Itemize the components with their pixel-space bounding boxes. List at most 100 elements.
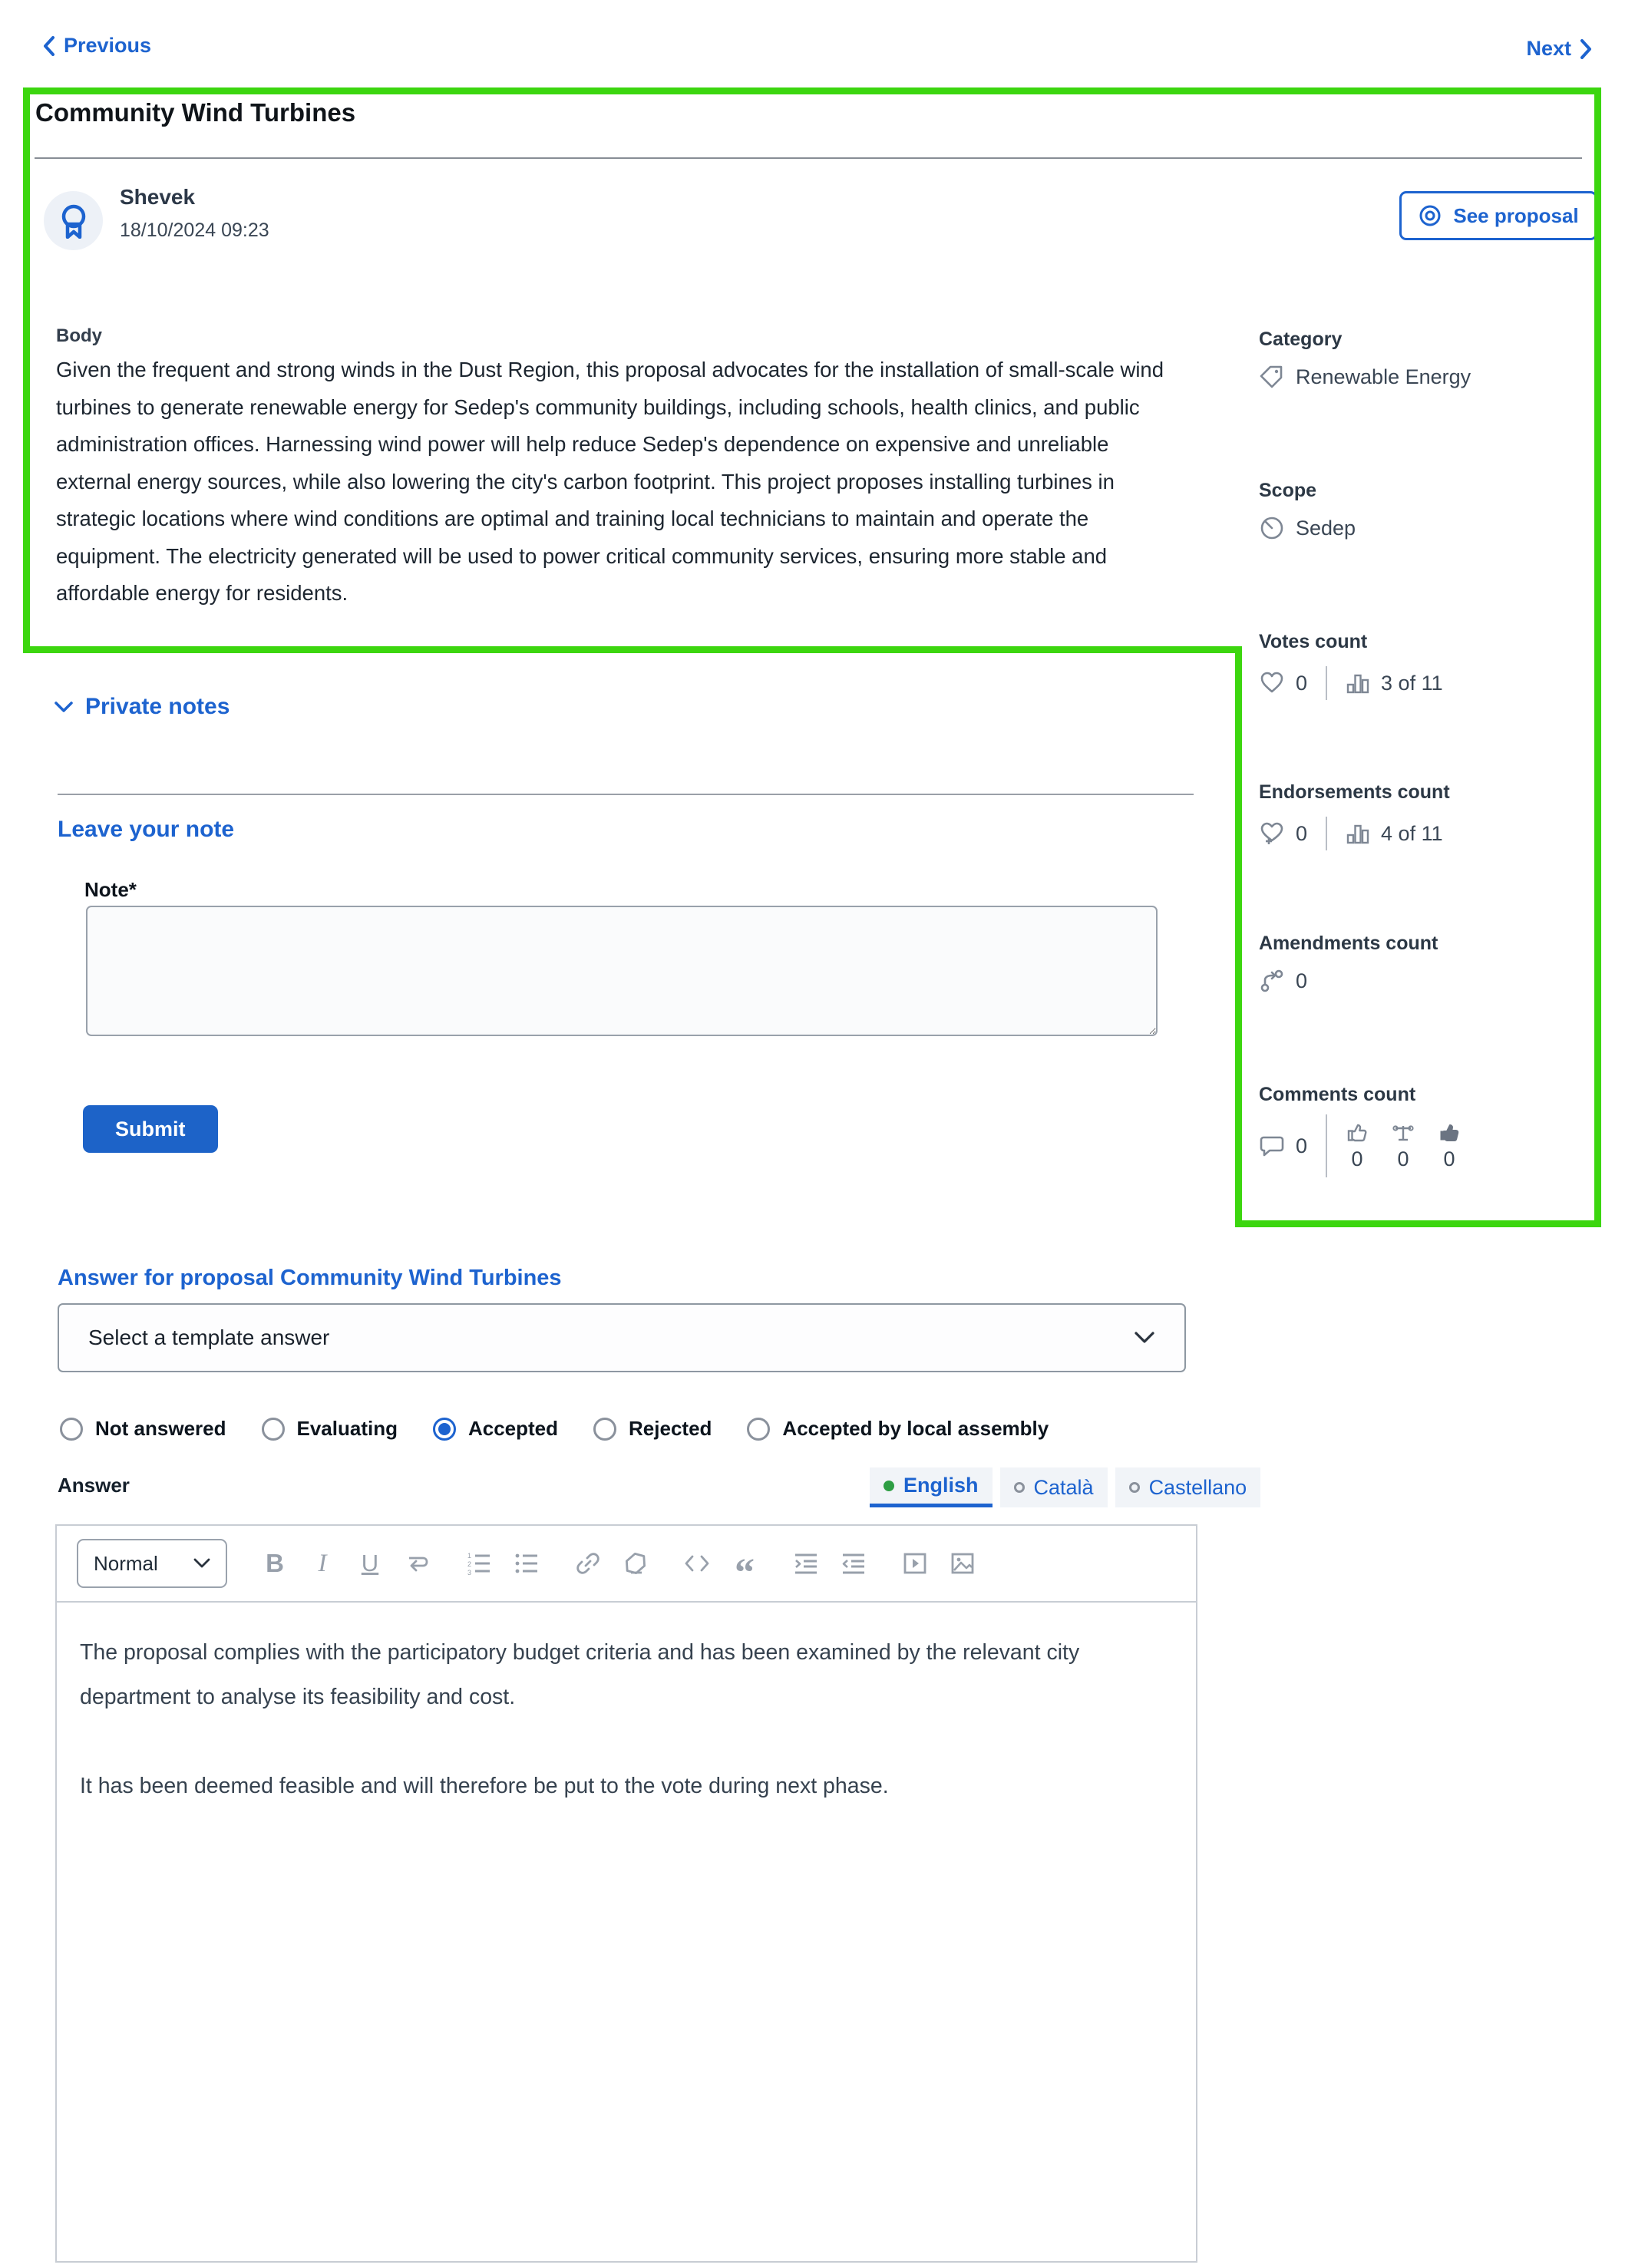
outdent-icon[interactable]	[840, 1548, 867, 1579]
comments-neutral-count: 0	[1397, 1147, 1409, 1170]
note-label: Note*	[84, 878, 137, 901]
comments-count: 0	[1296, 1134, 1308, 1157]
annotation-line-bottom-right	[1235, 1220, 1601, 1227]
answer-label: Answer	[58, 1474, 130, 1497]
private-notes-toggle[interactable]: Private notes	[54, 694, 230, 720]
answer-editor-content[interactable]: The proposal complies with the participa…	[57, 1603, 1196, 1880]
proposal-body: Given the frequent and strong winds in t…	[56, 358, 1164, 605]
scope-value: Sedep	[1296, 516, 1356, 540]
tab-castellano[interactable]: Castellano	[1115, 1467, 1261, 1507]
heart-icon	[1259, 670, 1285, 696]
amendments-count-label: Amendments count	[1259, 933, 1438, 954]
radio-accepted[interactable]: Accepted	[432, 1417, 559, 1441]
amendments-row: 0	[1259, 968, 1307, 994]
comments-breakdown: 0 0 0	[1346, 1121, 1461, 1171]
template-select-value: Select a template answer	[88, 1325, 330, 1349]
votes-ranking: 3 of 11	[1381, 671, 1443, 695]
blockquote-icon[interactable]: “	[731, 1538, 758, 1593]
bar-chart-icon	[1346, 671, 1370, 695]
tag-icon	[1259, 364, 1285, 390]
svg-text:3: 3	[467, 1569, 471, 1576]
translated-dot-icon	[884, 1480, 894, 1491]
radio-label: Accepted by local assembly	[782, 1417, 1049, 1440]
scope-icon	[1259, 515, 1285, 541]
git-branch-icon	[1259, 968, 1285, 994]
radio-not-answered[interactable]: Not answered	[60, 1417, 226, 1441]
notes-divider	[58, 794, 1194, 795]
scope-row: Sedep	[1259, 515, 1356, 541]
author-date: 18/10/2024 09:23	[120, 220, 269, 241]
line-break-icon[interactable]	[404, 1548, 431, 1579]
radio-circle[interactable]	[261, 1417, 285, 1441]
annotation-line-top	[23, 87, 1601, 94]
language-tabs: English Català Castellano	[870, 1467, 1261, 1507]
avatar	[44, 191, 103, 250]
radio-circle-selected[interactable]	[432, 1417, 456, 1441]
radio-label: Evaluating	[296, 1417, 398, 1440]
radio-circle[interactable]	[747, 1417, 771, 1441]
format-dropdown[interactable]: Normal	[77, 1539, 227, 1588]
answer-paragraph: The proposal complies with the participa…	[80, 1640, 1080, 1709]
chat-bubble-icon	[1259, 1133, 1285, 1159]
bullet-list-icon[interactable]	[513, 1548, 540, 1579]
radio-circle[interactable]	[593, 1417, 617, 1441]
title-divider	[35, 157, 1582, 159]
video-icon[interactable]	[901, 1548, 929, 1579]
thumb-up-outline-icon	[1346, 1121, 1369, 1144]
comments-count-label: Comments count	[1259, 1084, 1416, 1105]
image-icon[interactable]	[949, 1548, 976, 1579]
previous-label: Previous	[64, 34, 152, 57]
comments-down-count: 0	[1443, 1147, 1455, 1170]
ordered-list-icon[interactable]: 123	[465, 1548, 493, 1579]
answer-section-heading: Answer for proposal Community Wind Turbi…	[58, 1266, 562, 1290]
chevron-down-icon	[1134, 1331, 1155, 1345]
template-answer-select[interactable]: Select a template answer	[58, 1303, 1186, 1372]
radio-label: Accepted	[467, 1417, 559, 1440]
annotation-line-bottom-left	[23, 646, 1242, 653]
endorsements-ranking: 4 of 11	[1381, 821, 1443, 845]
radio-accepted-by-local-assembly[interactable]: Accepted by local assembly	[747, 1417, 1049, 1441]
category-label: Category	[1259, 328, 1343, 350]
indent-icon[interactable]	[792, 1548, 820, 1579]
tab-english[interactable]: English	[870, 1467, 993, 1507]
editor-toolbar: Normal B I U 123 “	[57, 1526, 1196, 1603]
clear-format-icon[interactable]	[622, 1548, 649, 1579]
chevron-left-icon	[42, 35, 56, 57]
scope-label: Scope	[1259, 480, 1317, 501]
note-textarea[interactable]	[86, 906, 1158, 1036]
underline-icon[interactable]: U	[356, 1548, 384, 1579]
heart-plus-icon	[1259, 820, 1285, 847]
radio-evaluating[interactable]: Evaluating	[261, 1417, 398, 1441]
radio-circle[interactable]	[60, 1417, 83, 1441]
tab-label: English	[903, 1474, 979, 1497]
divider	[1326, 666, 1328, 700]
votes-count: 0	[1296, 671, 1308, 695]
next-link[interactable]: Next	[1526, 37, 1593, 61]
chevron-down-icon	[54, 700, 74, 714]
scales-icon	[1392, 1121, 1415, 1144]
body-label: Body	[56, 325, 102, 346]
see-proposal-label: See proposal	[1453, 203, 1579, 227]
untranslated-ring-icon	[1013, 1482, 1025, 1493]
votes-count-label: Votes count	[1259, 631, 1368, 652]
comments-row: 0 0 0 0	[1259, 1114, 1461, 1177]
private-notes-label: Private notes	[85, 694, 230, 719]
tab-catala[interactable]: Català	[999, 1467, 1108, 1507]
divider	[1326, 817, 1328, 850]
code-icon[interactable]	[683, 1548, 711, 1579]
italic-icon[interactable]: I	[309, 1548, 336, 1579]
proposal-admin-page: Previous Next Community Wind Turbines Sh…	[0, 0, 1625, 2268]
submit-button[interactable]: Submit	[83, 1105, 218, 1153]
link-icon[interactable]	[574, 1548, 602, 1579]
previous-link[interactable]: Previous	[42, 34, 151, 58]
bold-icon[interactable]: B	[261, 1548, 289, 1579]
category-row: Renewable Energy	[1259, 364, 1471, 390]
tab-label: Català	[1033, 1475, 1094, 1499]
endorsements-count-label: Endorsements count	[1259, 781, 1450, 803]
radio-rejected[interactable]: Rejected	[593, 1417, 712, 1441]
amendments-count: 0	[1296, 969, 1308, 992]
eye-icon	[1418, 203, 1442, 228]
rich-text-editor: Normal B I U 123 “ The proposal complies…	[55, 1524, 1197, 2263]
see-proposal-button[interactable]: See proposal	[1399, 191, 1597, 240]
annotation-line-right	[1594, 87, 1601, 1227]
